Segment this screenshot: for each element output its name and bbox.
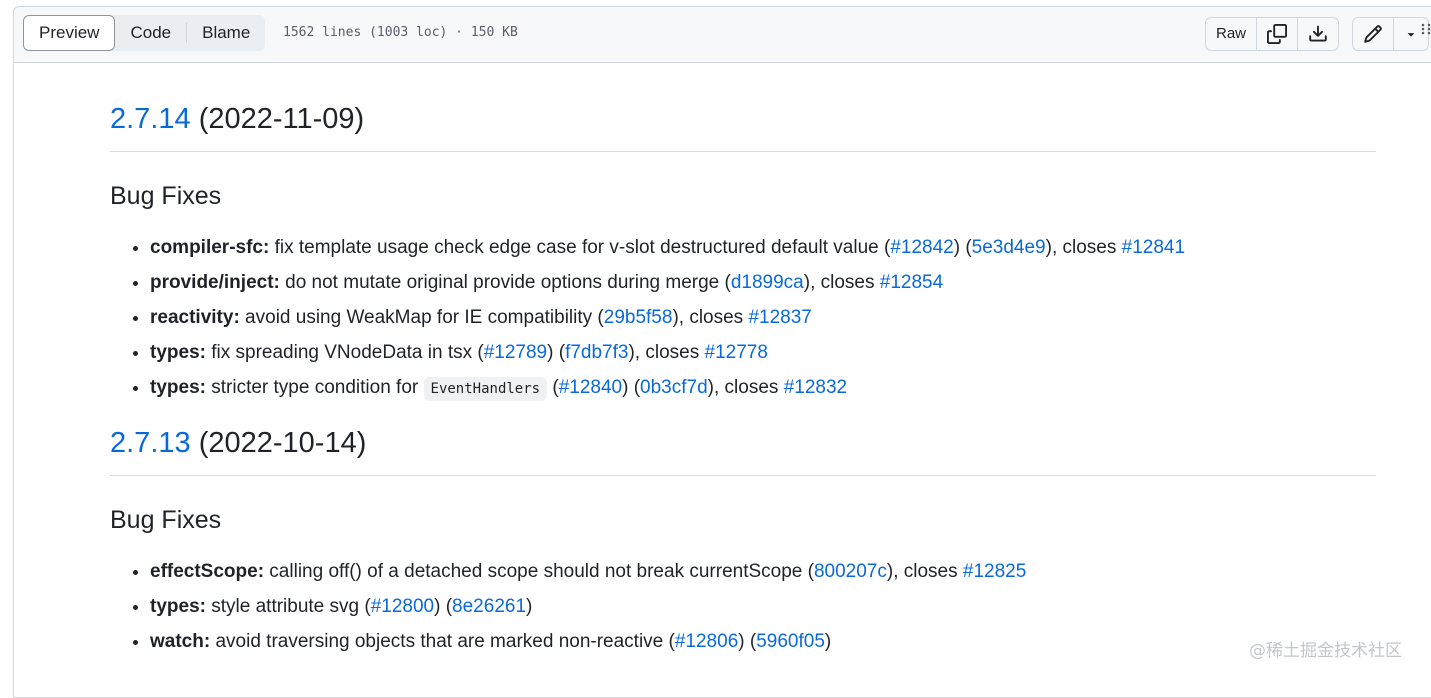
list-item: effectScope: calling off() of a detached…: [150, 554, 1376, 589]
list-item: types: fix spreading VNodeData in tsx (#…: [150, 335, 1376, 370]
fix-list: effectScope: calling off() of a detached…: [110, 554, 1376, 659]
list-item: compiler-sfc: fix template usage check e…: [150, 230, 1376, 265]
list-item: types: style attribute svg (#12800) (8e2…: [150, 589, 1376, 624]
file-meta: 1562 lines (1003 loc) · 150 KB: [283, 25, 518, 40]
tab-code[interactable]: Code: [115, 15, 186, 51]
commit-link[interactable]: 5e3d4e9: [972, 237, 1046, 258]
issue-link[interactable]: #12854: [880, 272, 943, 293]
file-toolbar: Preview Code Blame 1562 lines (1003 loc)…: [14, 7, 1431, 63]
commit-link[interactable]: 800207c: [814, 561, 887, 582]
file-viewer: Preview Code Blame 1562 lines (1003 loc)…: [13, 6, 1431, 698]
pencil-icon: [1364, 25, 1382, 43]
release-date: (2022-10-14): [198, 427, 367, 459]
release-heading: 2.7.14 (2022-11-09): [110, 103, 1376, 152]
commit-link[interactable]: 5960f05: [756, 631, 825, 652]
raw-button[interactable]: Raw: [1206, 18, 1258, 50]
copy-icon: [1267, 24, 1288, 44]
commit-link[interactable]: 0b3cf7d: [640, 377, 708, 398]
issue-link[interactable]: #12837: [748, 307, 811, 328]
commit-link[interactable]: f7db7f3: [565, 342, 628, 363]
fix-list: compiler-sfc: fix template usage check e…: [110, 230, 1376, 407]
triangle-down-icon: [1407, 33, 1415, 37]
view-mode-tabs: Preview Code Blame: [23, 15, 266, 51]
markdown-body: 2.7.14 (2022-11-09) Bug Fixes compiler-s…: [110, 103, 1376, 659]
inline-code: EventHandlers: [423, 377, 548, 401]
release-date: (2022-11-09): [198, 103, 365, 135]
pr-link[interactable]: #12806: [675, 631, 738, 652]
commit-link[interactable]: d1899ca: [731, 272, 804, 293]
version-link[interactable]: 2.7.14: [110, 103, 191, 135]
list-item: types: stricter type condition for Event…: [150, 370, 1376, 407]
watermark: @稀土掘金技术社区: [1249, 641, 1402, 661]
edit-group: [1352, 17, 1430, 51]
section-heading: Bug Fixes: [110, 182, 222, 210]
list-item: reactivity: avoid using WeakMap for IE c…: [150, 300, 1376, 335]
pr-link[interactable]: #12840: [559, 377, 622, 398]
section-heading: Bug Fixes: [110, 506, 222, 534]
tab-blame[interactable]: Blame: [187, 15, 265, 51]
list-item: provide/inject: do not mutate original p…: [150, 265, 1376, 300]
list-item: watch: avoid traversing objects that are…: [150, 624, 1376, 659]
pr-link[interactable]: #12842: [890, 237, 953, 258]
pr-link[interactable]: #12800: [371, 596, 434, 617]
release-heading: 2.7.13 (2022-10-14): [110, 427, 1376, 476]
copy-raw-button[interactable]: [1257, 18, 1299, 50]
pr-link[interactable]: #12789: [484, 342, 547, 363]
commit-link[interactable]: 8e26261: [452, 596, 526, 617]
issue-link[interactable]: #12841: [1122, 237, 1185, 258]
file-actions: Raw: [1205, 17, 1430, 51]
download-icon: [1309, 25, 1327, 42]
issue-link[interactable]: #12825: [963, 561, 1026, 582]
tab-preview[interactable]: Preview: [23, 15, 116, 51]
version-link[interactable]: 2.7.13: [110, 427, 191, 459]
issue-link[interactable]: #12778: [705, 342, 768, 363]
edit-file-button[interactable]: [1353, 18, 1395, 50]
commit-link[interactable]: 29b5f58: [604, 307, 673, 328]
download-button[interactable]: [1298, 18, 1338, 50]
issue-link[interactable]: #12832: [784, 377, 847, 398]
more-options-icon[interactable]: [1420, 22, 1431, 36]
raw-copy-download-group: Raw: [1205, 17, 1340, 51]
